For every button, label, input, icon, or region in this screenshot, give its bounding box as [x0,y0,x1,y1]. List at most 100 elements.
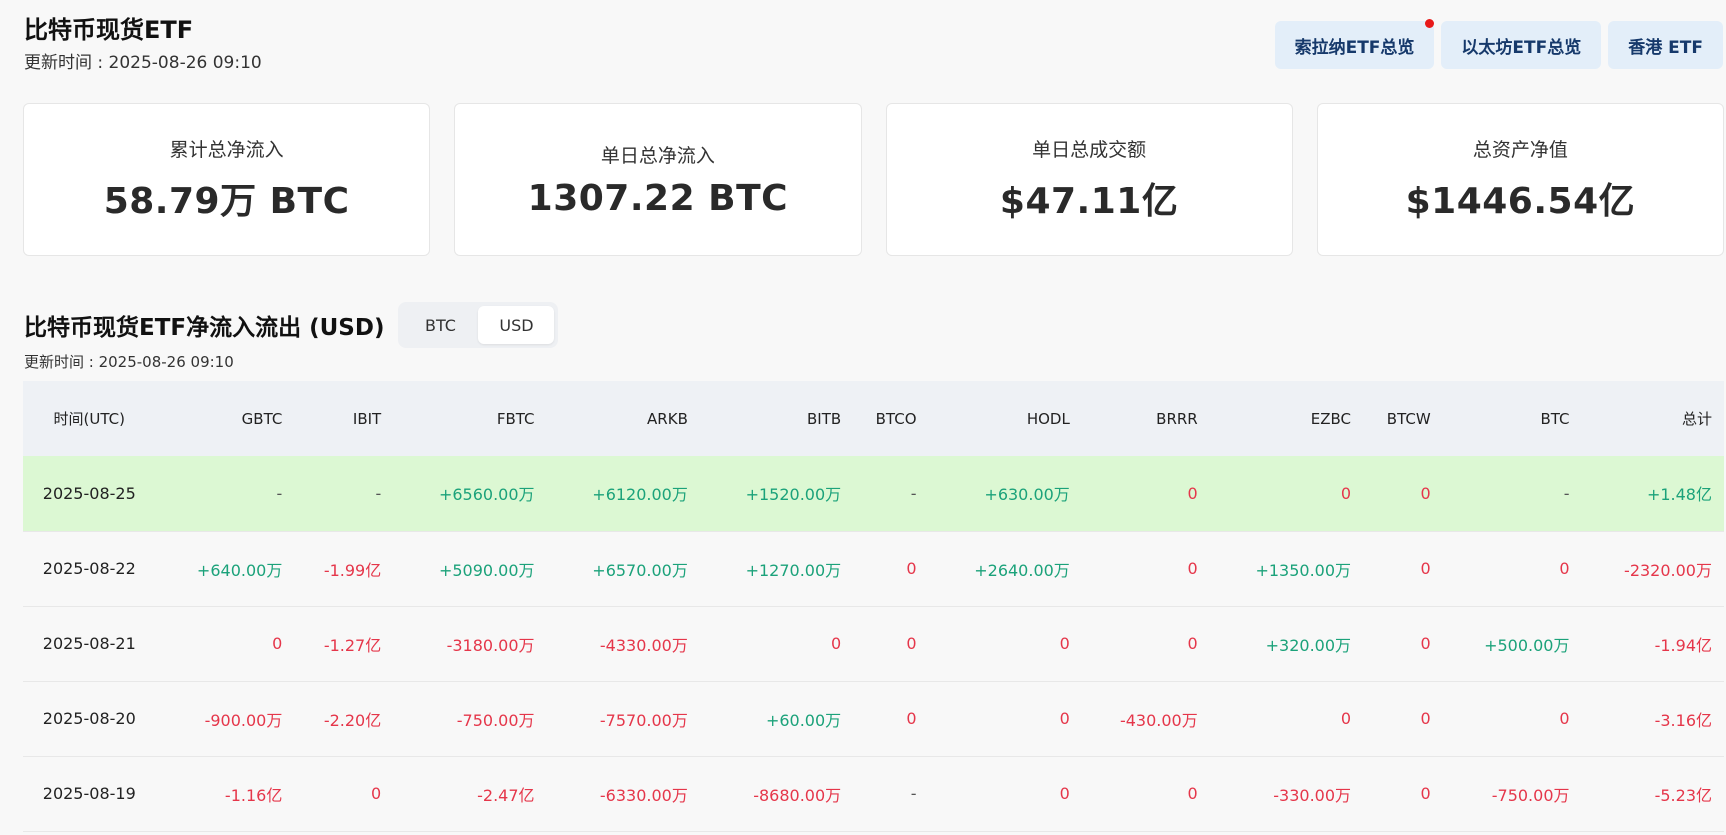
column-header: GBTC [241,409,283,428]
card-value: 58.79万 BTC [103,181,350,222]
card-label: 总资产净值 [1472,139,1568,161]
table-row: 2025-08-21 0 -1.27亿 -3180.00万 -4330.00万 0 0 0 0 +… [23,606,1724,681]
table-cell: +1.48亿 [1646,485,1712,505]
card-label: 单日总净流入 [600,144,715,167]
table-cell: 0 [1187,634,1198,653]
table-cell: 0 [1187,784,1198,803]
table-cell: -1.27亿 [323,635,382,655]
column-header: IBIT [352,409,382,428]
table-cell: 0 [1420,709,1431,728]
row-date: 2025-08-21 [42,634,136,653]
table-cell: 0 [1187,483,1198,503]
column-header: 时间(UTC) [53,410,125,428]
column-header: BTC [1540,409,1570,428]
table-cell: 0 [371,784,382,803]
etf-nav-buttons: 索拉纳ETF总览 以太坊ETF总览 香港 ETF [1274,19,1723,69]
card-label: 累计总净流入 [169,139,284,161]
table-cell: +6120.00万 [592,485,688,505]
table-cell: 0 [1340,709,1352,728]
table-cell: +6570.00万 [592,560,688,580]
column-header: BTCW [1386,409,1431,428]
table-cell: 0 [906,709,917,728]
summary-cards: 累计总净流入 58.79万 BTC 单日总净流入 1307.22 BTC 单日总… [23,103,1724,256]
table-cell: - [276,483,283,503]
table-cell: -2.47亿 [477,785,535,805]
notification-dot [1425,19,1435,28]
page-title: 比特币现货ETF [24,16,194,44]
table-cell: 0 [1187,559,1198,578]
table-cell: -1.94亿 [1654,635,1712,655]
table-row: 2025-08-22 +640.00万 -1.99亿 +5090.00万 +6570.0… [23,531,1724,606]
table-cell: 0 [1559,559,1570,578]
table-cell: +500.00万 [1484,635,1570,655]
page-header: 比特币现货ETF 更新时间 : 2025-08-26 09:10 [24,14,262,73]
table-cell: +6560.00万 [438,485,535,505]
table-cell: - [910,483,917,503]
table-cell: +630.00万 [984,485,1070,505]
card-value: $47.11亿 [999,181,1179,222]
table-cell: +60.00万 [765,710,842,730]
table-cell: -1.16亿 [224,785,283,805]
table-cell: +320.00万 [1265,635,1352,655]
table-cell: +1520.00万 [745,485,842,505]
table-cell: +1270.00万 [745,560,842,580]
column-header: FBTC [496,409,535,428]
card-cumulative-net-inflow: 累计总净流入 58.79万 BTC [23,103,431,256]
table-cell: 0 [1420,784,1431,803]
table-cell: +640.00万 [196,560,283,580]
ethereum-etf-overview-label: 以太坊ETF总览 [1461,37,1582,58]
section-title: 比特币现货ETF净流入流出 (USD) [24,315,385,341]
column-header: EZBC [1310,409,1352,428]
table-cell: 0 [830,634,842,653]
table-cell: 0 [1059,709,1070,728]
table-cell: 0 [1059,784,1070,803]
table-row: 2025-08-20 -900.00万 -2.20亿 -750.00万 -7570.00… [23,681,1724,756]
hongkong-etf-label: 香港 ETF [1628,37,1703,58]
table-cell: +5090.00万 [438,560,535,580]
table-cell: - [910,784,917,803]
table-cell: -2320.00万 [1624,560,1712,580]
card-label: 单日总成交额 [1032,139,1147,161]
table-cell: -6330.00万 [599,785,688,805]
table-row: 2025-08-25 - - +6560.00万 +6120.00万 +1520.00万 -… [23,456,1724,531]
row-date: 2025-08-22 [42,559,136,578]
column-header: BRRR [1156,409,1198,428]
table-cell: 0 [1420,634,1431,653]
card-daily-volume: 单日总成交额 $47.11亿 [885,103,1293,256]
card-daily-net-inflow: 单日总净流入 1307.22 BTC [454,103,862,256]
column-header: BTCO [875,409,917,428]
card-value: $1446.54亿 [1405,181,1636,222]
ethereum-etf-overview-button[interactable]: 以太坊ETF总览 [1441,21,1602,69]
table-cell: -3180.00万 [446,635,535,655]
etf-flow-table: 时间(UTC) GBTC IBIT FBTC ARKB BITB BTCO HODL BRRR E… [23,381,1724,832]
column-header: ARKB [647,409,688,428]
table-cell: 0 [1420,483,1431,503]
toggle-btc-button[interactable]: BTC [402,306,478,344]
table-cell: -900.00万 [204,710,283,730]
table-cell: 0 [272,634,283,653]
table-cell: -430.00万 [1119,710,1198,730]
table-header: 时间(UTC) GBTC IBIT FBTC ARKB BITB BTCO HODL BRRR E… [23,381,1724,456]
table-cell: 0 [906,559,917,578]
section-update-time: 更新时间 : 2025-08-26 09:10 [24,353,234,371]
table-cell: -750.00万 [1491,785,1570,805]
update-time: 更新时间 : 2025-08-26 09:10 [24,53,262,73]
table-cell: -3.16亿 [1654,710,1712,730]
solana-etf-overview-button[interactable]: 索拉纳ETF总览 [1274,19,1435,69]
card-total-net-assets: 总资产净值 $1446.54亿 [1316,103,1724,256]
table-cell: - [375,483,382,503]
table-cell: 0 [1420,559,1431,578]
table-cell: 0 [906,634,917,653]
table-cell: +2640.00万 [974,560,1070,580]
table-cell: 0 [1340,483,1352,503]
row-date: 2025-08-20 [42,709,136,728]
row-date: 2025-08-25 [42,483,136,503]
hongkong-etf-button[interactable]: 香港 ETF [1608,21,1723,69]
solana-etf-overview-label: 索拉纳ETF总览 [1294,37,1415,58]
table-cell: -4330.00万 [599,635,688,655]
toggle-usd-button[interactable]: USD [478,306,555,344]
unit-toggle: BTC USD [398,302,559,348]
table-cell: -1.99亿 [323,560,382,580]
table-body: 2025-08-25 - - +6560.00万 +6120.00万 +1520.00万 -… [23,456,1724,831]
column-header: BITB [807,409,842,428]
